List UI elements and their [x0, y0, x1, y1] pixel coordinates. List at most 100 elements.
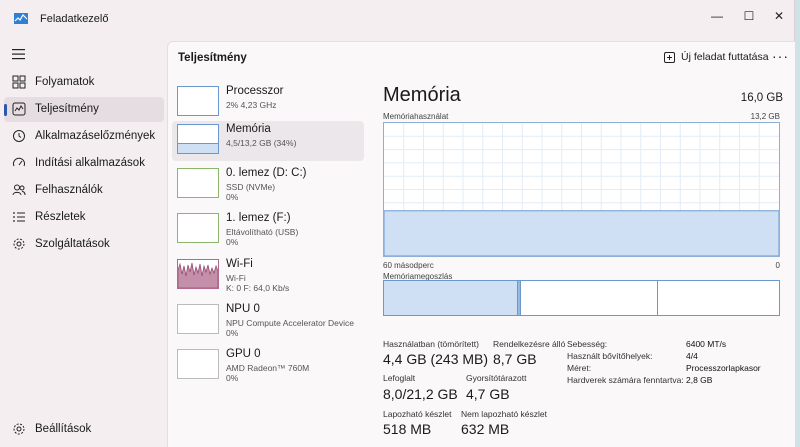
- available-value: 8,7 GB: [493, 351, 537, 367]
- perf-item-sub: NPU Compute Accelerator Device: [226, 318, 355, 328]
- sidebar-item-services[interactable]: Szolgáltatások: [4, 232, 164, 257]
- graph-time-left: 60 másodperc: [383, 261, 434, 270]
- sidebar-item-label: Teljesítmény: [35, 103, 99, 115]
- sidebar-item-label: Alkalmazáselőzmények: [35, 130, 156, 142]
- memory-composition-bar: [383, 280, 780, 316]
- sidebar-item-settings[interactable]: Beállítások: [4, 417, 164, 442]
- perf-item-sub2: 0%: [226, 373, 239, 383]
- slots-value: 4/4: [686, 351, 698, 361]
- perf-item-sub: 4,5/13,2 GB (34%): [226, 138, 297, 148]
- sidebar-item-label: Folyamatok: [35, 76, 95, 88]
- hw-reserved-value: 2,8 GB: [686, 375, 713, 385]
- cached-value: 4,7 GB: [466, 386, 510, 402]
- perf-item-wifi[interactable]: Wi-Fi Wi-Fi K: 0 F: 64,0 Kb/s: [172, 256, 364, 296]
- perf-item-sub: 2% 4,23 GHz: [226, 100, 277, 110]
- cached-label: Gyorsítótárazott: [466, 373, 527, 383]
- composition-free[interactable]: [658, 281, 779, 315]
- task-manager-app-icon: [14, 13, 28, 24]
- memory-thumbnail-fill: [178, 143, 218, 153]
- perf-item-memory[interactable]: Memória 4,5/13,2 GB (34%): [172, 121, 364, 161]
- cpu-thumbnail: [177, 86, 219, 116]
- perf-item-sub2: 0%: [226, 237, 239, 247]
- sidebar-item-performance[interactable]: Teljesítmény: [4, 97, 164, 122]
- speedometer-icon: [13, 157, 25, 167]
- composition-in-use[interactable]: [384, 281, 518, 315]
- main-header: Teljesítmény Új feladat futtatása ···: [168, 42, 796, 72]
- perf-item-cpu[interactable]: Processzor 2% 4,23 GHz: [172, 83, 364, 123]
- sidebar-item-label: Részletek: [35, 211, 86, 223]
- perf-item-sub: Eltávolítható (USB): [226, 227, 299, 237]
- maximize-icon: ☐: [743, 9, 755, 23]
- grid-icon: [12, 75, 26, 89]
- settings-gear-icon: [13, 423, 25, 435]
- main-panel: Teljesítmény Új feladat futtatása ··· Pr…: [167, 41, 795, 447]
- hw-reserved-label: Hardverek számára fenntartva:: [567, 375, 684, 385]
- perf-item-npu[interactable]: NPU 0 NPU Compute Accelerator Device 0%: [172, 301, 364, 341]
- minimize-button[interactable]: —: [702, 6, 732, 26]
- perf-item-disk0[interactable]: 0. lemez (D: C:) SSD (NVMe) 0%: [172, 165, 364, 205]
- hamburger-menu-icon[interactable]: [12, 48, 26, 60]
- gpu-thumbnail: [177, 349, 219, 379]
- gear-icon: [13, 238, 25, 250]
- task-manager-window: Feladatkezelő — ☐ ✕ Folyamatok Teljesítm…: [0, 0, 795, 447]
- speed-label: Sebesség:: [567, 339, 608, 349]
- sidebar-item-processes[interactable]: Folyamatok: [4, 70, 164, 95]
- memory-usage-area: [384, 210, 779, 256]
- perf-item-name: 1. lemez (F:): [226, 212, 291, 224]
- minimize-icon: —: [711, 9, 723, 23]
- sidebar: Folyamatok Teljesítmény Alkalmazáselőzmé…: [0, 40, 166, 447]
- sidebar-item-users[interactable]: Felhasználók: [4, 178, 164, 203]
- slots-label: Használt bővítőhelyek:: [567, 351, 653, 361]
- perf-item-name: GPU 0: [226, 348, 261, 360]
- memory-thumbnail: [177, 124, 219, 154]
- perf-item-name: Processzor: [226, 85, 284, 97]
- disk1-thumbnail: [177, 213, 219, 243]
- form-factor-value: Processzorlapkasor: [686, 363, 761, 373]
- perf-item-sub: SSD (NVMe): [226, 182, 276, 192]
- page-title: Teljesítmény: [178, 52, 247, 64]
- wifi-thumbnail: [177, 259, 219, 289]
- perf-item-sub2: 0%: [226, 192, 239, 202]
- list-icon: [13, 212, 25, 222]
- graph-time-right: 0: [775, 261, 780, 270]
- run-new-task-button[interactable]: Új feladat futtatása: [664, 51, 769, 63]
- sidebar-item-startup-apps[interactable]: Indítási alkalmazások: [4, 151, 164, 176]
- performance-icon: [12, 102, 26, 116]
- nonpaged-pool-label: Nem lapozható készlet: [461, 409, 547, 419]
- run-task-icon: [664, 51, 675, 63]
- users-icon: [12, 184, 26, 196]
- close-button[interactable]: ✕: [764, 6, 794, 26]
- active-indicator: [4, 104, 7, 116]
- sidebar-item-label: Beállítások: [35, 423, 92, 435]
- history-icon: [13, 130, 25, 142]
- perf-item-name: 0. lemez (D: C:): [226, 167, 307, 179]
- perf-item-gpu[interactable]: GPU 0 AMD Radeon™ 760M 0%: [172, 346, 364, 386]
- more-options-button[interactable]: ···: [772, 48, 789, 64]
- in-use-label: Használatban (tömörített): [383, 339, 479, 349]
- wifi-activity-graph: [178, 262, 218, 288]
- memory-usage-chart: [384, 123, 779, 256]
- perf-item-name: Memória: [226, 123, 271, 135]
- sidebar-item-label: Szolgáltatások: [35, 238, 110, 250]
- npu-thumbnail: [177, 304, 219, 334]
- perf-item-disk1[interactable]: 1. lemez (F:) Eltávolítható (USB) 0%: [172, 210, 364, 250]
- close-icon: ✕: [773, 9, 785, 23]
- perf-item-sub: AMD Radeon™ 760M: [226, 363, 310, 373]
- memory-usage-graph: [383, 122, 780, 257]
- form-factor-label: Méret:: [567, 363, 592, 373]
- sidebar-item-details[interactable]: Részletek: [4, 205, 164, 230]
- sidebar-item-app-history[interactable]: Alkalmazáselőzmények: [4, 124, 164, 149]
- composition-standby[interactable]: [521, 281, 658, 315]
- memory-total: 16,0 GB: [740, 92, 783, 104]
- app-title: Feladatkezelő: [40, 13, 109, 25]
- perf-item-sub2: 0%: [226, 328, 239, 338]
- title-bar: Feladatkezelő — ☐ ✕: [0, 0, 795, 36]
- nonpaged-pool-value: 632 MB: [461, 421, 510, 437]
- committed-label: Lefoglalt: [383, 373, 416, 383]
- in-use-value: 4,4 GB (243 MB): [383, 351, 489, 367]
- detail-title: Memória: [383, 84, 461, 106]
- perf-item-name: Wi-Fi: [226, 258, 253, 270]
- disk0-thumbnail: [177, 168, 219, 198]
- maximize-button[interactable]: ☐: [734, 6, 764, 26]
- sidebar-item-label: Felhasználók: [35, 184, 103, 196]
